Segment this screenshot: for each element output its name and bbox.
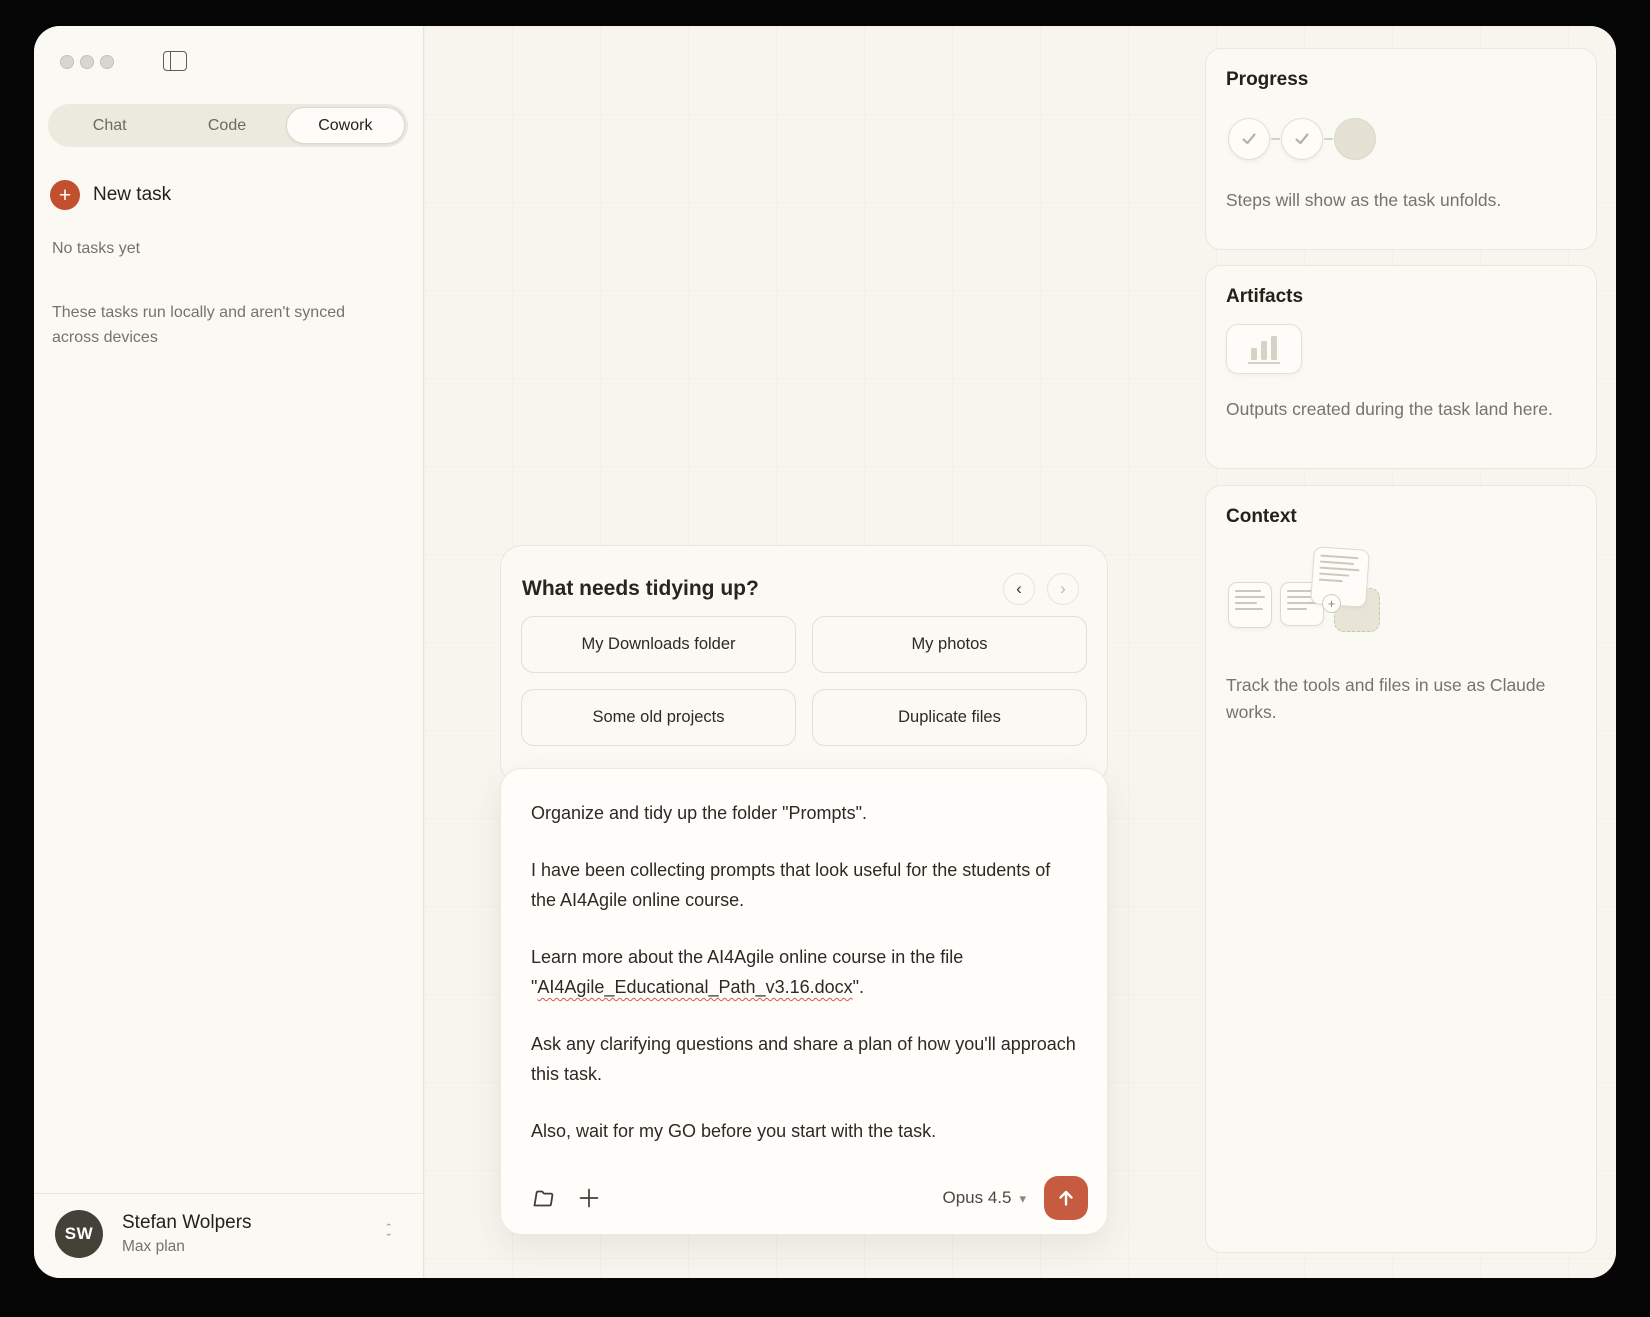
message-paragraph: Learn more about the AI4Agile online cou… <box>531 942 1077 1002</box>
message-input[interactable]: Organize and tidy up the folder "Prompts… <box>501 769 1107 1173</box>
profile-name: Stefan Wolpers <box>122 1212 387 1234</box>
chevron-left-icon: ‹ <box>1016 579 1022 599</box>
previous-suggestions-button[interactable]: ‹ <box>1003 573 1035 605</box>
model-name: Opus 4.5 <box>942 1188 1011 1208</box>
suggestion-old-projects[interactable]: Some old projects <box>521 689 796 746</box>
step-done-icon <box>1228 118 1270 160</box>
new-task-button[interactable]: + New task <box>50 180 171 210</box>
suggestions-card: What needs tidying up? ‹ › My Downloads … <box>500 545 1108 785</box>
avatar: SW <box>55 1210 103 1258</box>
progress-panel: Progress Steps will show as the task unf… <box>1205 48 1597 250</box>
message-paragraph: I have been collecting prompts that look… <box>531 855 1077 915</box>
suggestion-duplicate-files[interactable]: Duplicate files <box>812 689 1087 746</box>
minimize-window-button[interactable] <box>80 55 94 69</box>
step-pending-icon <box>1334 118 1376 160</box>
close-window-button[interactable] <box>60 55 74 69</box>
profile-plan-badge: Max plan <box>122 1238 387 1256</box>
app-window: Chat Code Cowork + New task No tasks yet… <box>34 26 1616 1278</box>
account-menu[interactable]: SW Stefan Wolpers Max plan ˆˇ <box>34 1193 423 1278</box>
context-caption: Track the tools and files in use as Clau… <box>1226 672 1576 726</box>
plus-badge-icon: + <box>1322 594 1341 613</box>
progress-title: Progress <box>1226 69 1576 91</box>
send-button[interactable] <box>1044 1176 1088 1220</box>
mode-tabs: Chat Code Cowork <box>48 104 408 147</box>
model-selector[interactable]: Opus 4.5 ▾ <box>942 1188 1026 1208</box>
empty-tasks-text: No tasks yet <box>52 240 140 258</box>
suggestions-title: What needs tidying up? <box>521 577 991 601</box>
chevron-right-icon: › <box>1060 579 1066 599</box>
artifacts-panel: Artifacts Outputs created during the tas… <box>1205 265 1597 469</box>
chevron-updown-icon: ˆˇ <box>387 1224 391 1244</box>
sidebar: Chat Code Cowork + New task No tasks yet… <box>34 26 424 1278</box>
progress-caption: Steps will show as the task unfolds. <box>1226 187 1576 214</box>
plus-icon: + <box>50 180 80 210</box>
tab-cowork[interactable]: Cowork <box>286 107 405 144</box>
message-paragraph: Organize and tidy up the folder "Prompts… <box>531 798 1077 828</box>
sidebar-toggle-icon[interactable] <box>163 51 187 71</box>
context-panel: Context + Track the tools and files in u… <box>1205 485 1597 1253</box>
artifacts-title: Artifacts <box>1226 286 1576 308</box>
main-canvas: What needs tidying up? ‹ › My Downloads … <box>424 26 1616 1278</box>
folder-icon <box>532 1188 555 1208</box>
bar-chart-icon <box>1226 324 1302 374</box>
add-attachment-button[interactable] <box>574 1183 604 1213</box>
context-title: Context <box>1226 506 1576 528</box>
chevron-down-icon: ▾ <box>1019 1191 1026 1207</box>
artifacts-caption: Outputs created during the task land her… <box>1226 396 1576 423</box>
message-paragraph: Ask any clarifying questions and share a… <box>531 1029 1077 1089</box>
zoom-window-button[interactable] <box>100 55 114 69</box>
progress-steps-illustration <box>1228 117 1576 161</box>
tab-code[interactable]: Code <box>168 107 285 144</box>
message-paragraph: Also, wait for my GO before you start wi… <box>531 1116 1077 1146</box>
app-screen: Chat Code Cowork + New task No tasks yet… <box>0 0 1650 1317</box>
suggestion-downloads-folder[interactable]: My Downloads folder <box>521 616 796 673</box>
filename-misspelled: AI4Agile_Educational_Path_v3.16.docx <box>537 977 852 997</box>
suggestion-my-photos[interactable]: My photos <box>812 616 1087 673</box>
local-sync-note: These tasks run locally and aren't synce… <box>52 300 372 350</box>
window-controls <box>60 55 114 69</box>
step-done-icon <box>1281 118 1323 160</box>
composer-toolbar: Opus 4.5 ▾ <box>501 1176 1107 1234</box>
folder-attach-button[interactable] <box>528 1183 558 1213</box>
arrow-up-icon <box>1056 1188 1076 1208</box>
composer-card: Organize and tidy up the folder "Prompts… <box>500 768 1108 1235</box>
new-task-label: New task <box>93 184 171 206</box>
context-cards-illustration: + <box>1226 546 1576 646</box>
tab-chat[interactable]: Chat <box>51 107 168 144</box>
plus-icon <box>578 1187 600 1209</box>
next-suggestions-button[interactable]: › <box>1047 573 1079 605</box>
